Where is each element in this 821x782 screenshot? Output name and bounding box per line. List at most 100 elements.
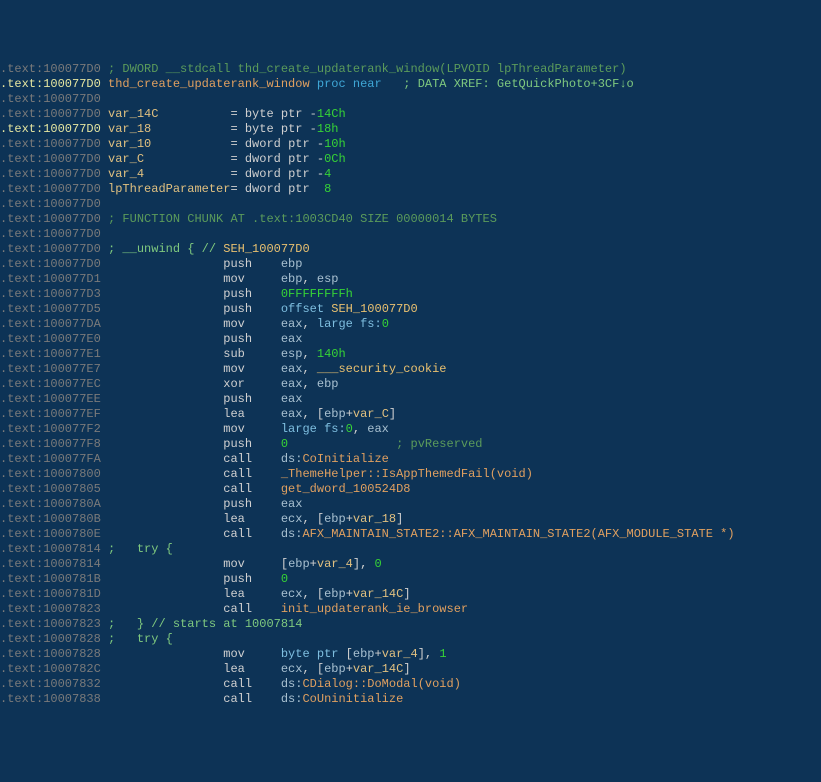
asm-line[interactable]: .text:1000780A push eax [0,497,821,512]
operand: 0 [375,557,382,571]
mnemonic: push [223,287,281,301]
operand: init_updaterank_ie_browser [281,602,468,616]
operand: var_4 [382,647,418,661]
operand: ] [403,587,410,601]
mnemonic: call [223,602,281,616]
operand: get_dword_100524D8 [281,482,411,496]
asm-line[interactable]: .text:1000782C lea ecx, [ebp+var_14C] [0,662,821,677]
operand: , [302,317,316,331]
asm-line[interactable]: .text:100077D0 var_10 = dword ptr -10h [0,137,821,152]
asm-line[interactable]: .text:10007823 ; } // starts at 10007814 [0,617,821,632]
address: .text:1000780E [0,527,108,541]
asm-line[interactable]: .text:10007838 call ds:CoUninitialize [0,692,821,707]
operand: + [346,662,353,676]
asm-line[interactable]: .text:10007814 ; try { [0,542,821,557]
operand: + [374,647,381,661]
operand: ecx [281,662,303,676]
asm-line[interactable]: .text:100077F8 push 0 ; pvReserved [0,437,821,452]
mnemonic: lea [223,407,281,421]
var-decl: = dword ptr - [230,167,324,181]
asm-line[interactable]: .text:100077D0 ; __unwind { // SEH_10007… [0,242,821,257]
operand: , [302,362,316,376]
operand: + [346,587,353,601]
asm-line[interactable]: .text:100077D0 var_C = dword ptr -0Ch [0,152,821,167]
var-decl: = byte ptr - [230,107,316,121]
operand: , [ [302,587,324,601]
operand: , [302,347,316,361]
operand: large fs: [281,422,346,436]
operand: + [346,407,353,421]
try-comment: ; try { [108,542,173,556]
mnemonic: mov [223,317,281,331]
proc-keyword: proc near [310,77,382,91]
asm-line[interactable]: .text:100077D0 ; DWORD __stdcall thd_cre… [0,62,821,77]
asm-line[interactable]: .text:10007814 mov [ebp+var_4], 0 [0,557,821,572]
mnemonic: push [223,497,281,511]
mnemonic: mov [223,362,281,376]
asm-line[interactable]: .text:100077E0 push eax [0,332,821,347]
operand-comment: ; pvReserved [396,437,482,451]
asm-line[interactable]: .text:100077D0 var_18 = byte ptr -18h [0,122,821,137]
var-offset: 10h [324,137,346,151]
operand: [ [346,647,353,661]
address: .text:100077FA [0,452,108,466]
mnemonic: push [223,437,281,451]
asm-line[interactable]: .text:100077D0 push ebp [0,257,821,272]
mnemonic: call [223,677,281,691]
operand: eax [281,392,303,406]
asm-line[interactable]: .text:10007832 call ds:CDialog::DoModal(… [0,677,821,692]
operand: eax [367,422,389,436]
address: .text:100077F2 [0,422,108,436]
asm-line[interactable]: .text:100077D0 lpThreadParameter= dword … [0,182,821,197]
asm-line[interactable]: .text:1000780B lea ecx, [ebp+var_18] [0,512,821,527]
mnemonic: call [223,467,281,481]
address: .text:10007805 [0,482,108,496]
mnemonic: call [223,452,281,466]
asm-line[interactable]: .text:100077D1 mov ebp, esp [0,272,821,287]
asm-line[interactable]: .text:10007828 mov byte ptr [ebp+var_4],… [0,647,821,662]
var-decl: = dword ptr - [230,137,324,151]
operand: , [353,422,367,436]
asm-line[interactable]: .text:10007805 call get_dword_100524D8 [0,482,821,497]
asm-line[interactable]: .text:100077F2 mov large fs:0, eax [0,422,821,437]
address: .text:1000782C [0,662,108,676]
var-name: var_18 [108,122,230,136]
asm-line[interactable]: .text:100077D0 var_14C = byte ptr -14Ch [0,107,821,122]
operand: esp [281,347,303,361]
operand: + [310,557,317,571]
asm-line[interactable]: .text:100077FA call ds:CoInitialize [0,452,821,467]
asm-line[interactable]: .text:10007828 ; try { [0,632,821,647]
asm-line[interactable]: .text:10007823 call init_updaterank_ie_b… [0,602,821,617]
operand: 0 [382,317,389,331]
asm-line[interactable]: .text:10007800 call _ThemeHelper::IsAppT… [0,467,821,482]
var-offset: 4 [324,167,331,181]
asm-line[interactable]: .text:100077D0 ; FUNCTION CHUNK AT .text… [0,212,821,227]
asm-line[interactable]: .text:100077EC xor eax, ebp [0,377,821,392]
asm-line[interactable]: .text:100077E7 mov eax, ___security_cook… [0,362,821,377]
asm-line[interactable]: .text:100077EE push eax [0,392,821,407]
asm-line[interactable]: .text:1000780E call ds:AFX_MAINTAIN_STAT… [0,527,821,542]
asm-line[interactable]: .text:1000781D lea ecx, [ebp+var_14C] [0,587,821,602]
address: .text:100077EE [0,392,108,406]
asm-line[interactable]: .text:100077EF lea eax, [ebp+var_C] [0,407,821,422]
operand: 0 [281,437,288,451]
operand: , [ [302,512,324,526]
mnemonic: call [223,482,281,496]
asm-line[interactable]: .text:1000781B push 0 [0,572,821,587]
asm-line[interactable]: .text:100077E1 sub esp, 140h [0,347,821,362]
asm-line[interactable]: .text:100077DA mov eax, large fs:0 [0,317,821,332]
disassembly-listing[interactable]: .text:100077D0 ; DWORD __stdcall thd_cre… [0,62,821,707]
address: .text:10007832 [0,677,108,691]
asm-line[interactable]: .text:100077D0 [0,197,821,212]
asm-line[interactable]: .text:100077D0 thd_create_updaterank_win… [0,77,821,92]
asm-line[interactable]: .text:100077D0 var_4 = dword ptr -4 [0,167,821,182]
operand: var_14C [353,587,403,601]
unwind-comment: ; __unwind { // [108,242,223,256]
var-name: var_C [108,152,230,166]
asm-line[interactable]: .text:100077D5 push offset SEH_100077D0 [0,302,821,317]
address: .text:100077D0 [0,242,108,256]
asm-line[interactable]: .text:100077D0 [0,227,821,242]
asm-line[interactable]: .text:100077D3 push 0FFFFFFFFh [0,287,821,302]
asm-line[interactable]: .text:100077D0 [0,92,821,107]
operand: large fs: [317,317,382,331]
